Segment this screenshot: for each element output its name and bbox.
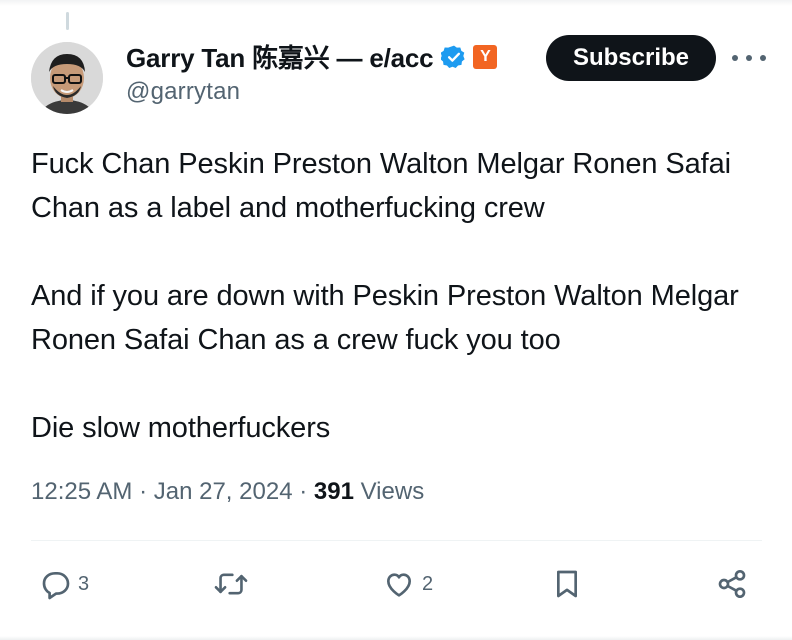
tweet-paragraph: Die slow motherfuckers [31, 412, 331, 444]
like-count: 2 [422, 572, 434, 595]
meta-separator: · [139, 478, 154, 505]
reply-button[interactable]: 3 [40, 568, 89, 600]
reply-count: 3 [78, 572, 90, 595]
tweet-paragraph: Fuck Chan Peskin Preston Walton Melgar R… [31, 148, 731, 224]
retweet-icon [214, 573, 248, 595]
tweet-card: Garry Tan 陈嘉兴 — e/acc Y @garrytan Subscr… [0, 0, 792, 640]
tweet-paragraph: And if you are down with Peskin Preston … [31, 280, 739, 356]
top-divider [0, 0, 792, 6]
actions-divider [31, 540, 762, 541]
tweet-text: Fuck Chan Peskin Preston Walton Melgar R… [31, 142, 771, 494]
thread-connector-line [66, 12, 69, 30]
tweet-meta: 12:25 AM · Jan 27, 2024 · 391 Views [31, 478, 424, 506]
meta-separator: · [299, 478, 314, 505]
author-display-name[interactable]: Garry Tan 陈嘉兴 — e/acc [126, 38, 434, 75]
tweet-time[interactable]: 12:25 AM [31, 478, 132, 505]
y-combinator-icon[interactable]: Y [473, 44, 498, 69]
author-name-row: Garry Tan 陈嘉兴 — e/acc Y [126, 38, 498, 75]
share-button[interactable] [716, 568, 748, 600]
like-button[interactable]: 2 [382, 568, 433, 600]
reply-icon [42, 572, 70, 600]
more-options-icon[interactable] [732, 44, 766, 72]
retweet-button[interactable] [214, 568, 254, 600]
views-count: 391 [313, 478, 361, 505]
heart-icon [387, 573, 411, 597]
tweet-date[interactable]: Jan 27, 2024 [154, 478, 293, 505]
bookmark-icon [557, 570, 578, 598]
subscribe-button[interactable]: Subscribe [546, 35, 716, 81]
avatar[interactable] [31, 42, 103, 114]
verified-badge-icon[interactable] [440, 44, 467, 70]
avatar-portrait [31, 42, 103, 114]
bottom-divider [0, 636, 792, 640]
bookmark-button[interactable] [552, 568, 582, 600]
views-label: Views [360, 478, 425, 505]
share-icon [718, 570, 746, 598]
action-bar: 3 2 [0, 560, 792, 610]
author-handle[interactable]: @garrytan [126, 78, 240, 106]
